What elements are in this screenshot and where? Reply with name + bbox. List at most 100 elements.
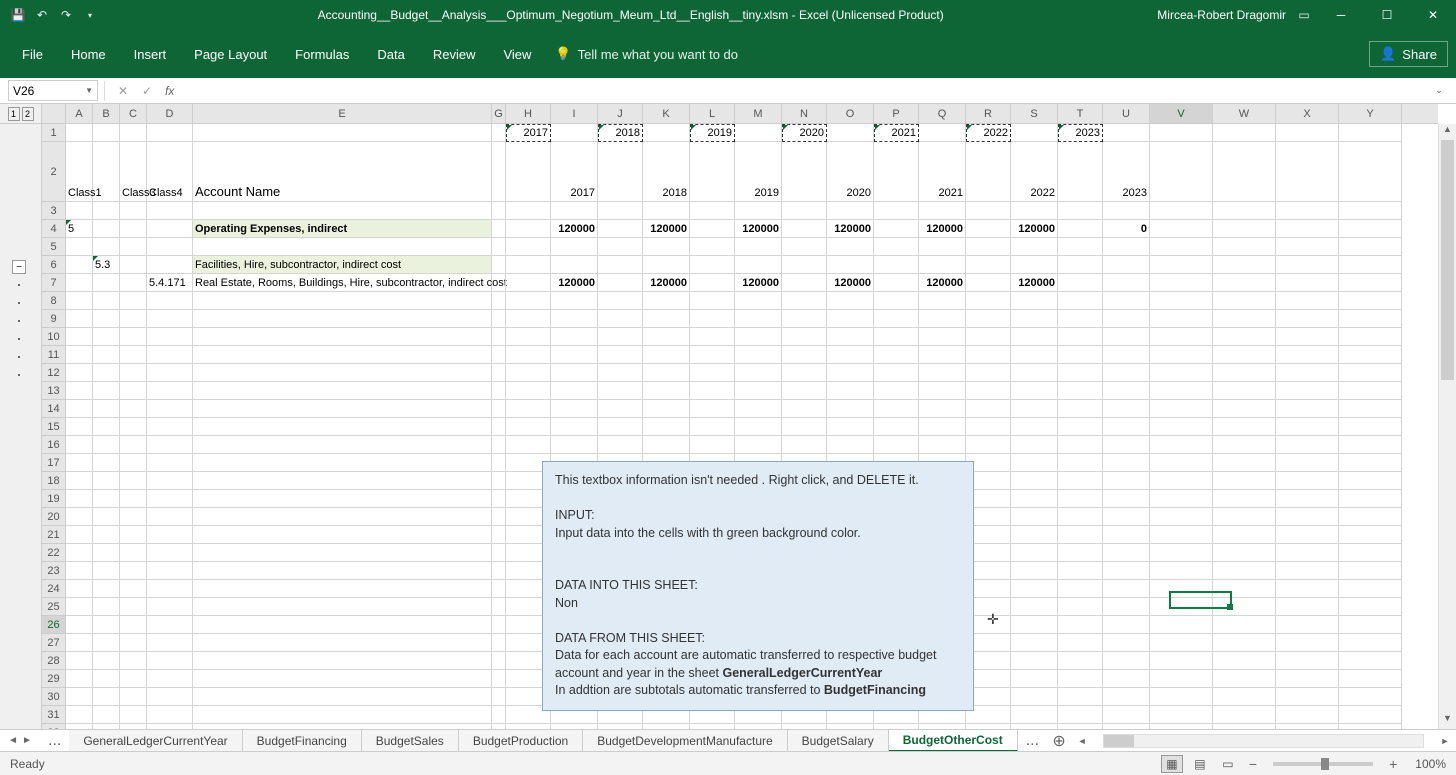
cell[interactable] [93,220,120,238]
cell[interactable] [120,562,147,580]
col-header-X[interactable]: X [1276,104,1339,123]
cell[interactable] [551,418,598,436]
cell[interactable] [1011,598,1058,616]
cell[interactable] [193,292,492,310]
cell[interactable] [690,364,735,382]
cell[interactable] [874,364,919,382]
cell[interactable] [551,256,598,274]
cell[interactable] [1058,616,1103,634]
cell[interactable] [1213,526,1276,544]
cell[interactable] [120,292,147,310]
sheet-tab[interactable]: BudgetDevelopmentManufacture [583,730,787,752]
cell[interactable] [1058,292,1103,310]
cell[interactable] [735,346,782,364]
cell[interactable] [120,124,147,142]
cell[interactable] [1339,688,1402,706]
cell[interactable] [492,616,506,634]
row-header[interactable]: 6 [42,256,66,274]
cell[interactable] [690,310,735,328]
cell[interactable] [492,544,506,562]
cell[interactable] [93,382,120,400]
cell[interactable] [827,418,874,436]
cell[interactable] [874,142,919,202]
cell[interactable] [1339,544,1402,562]
cell[interactable] [1213,124,1276,142]
cell[interactable] [120,490,147,508]
cell[interactable] [1011,688,1058,706]
cell[interactable] [1339,364,1402,382]
cell[interactable] [1011,418,1058,436]
cell[interactable] [1213,508,1276,526]
cell[interactable] [782,346,827,364]
row-header[interactable]: 3 [42,202,66,220]
cell[interactable] [66,544,93,562]
tab-file[interactable]: File [8,30,57,78]
cell[interactable] [66,688,93,706]
cell[interactable] [966,202,1011,220]
cell[interactable] [492,598,506,616]
cell[interactable] [1150,526,1213,544]
cell[interactable] [492,688,506,706]
row-header[interactable]: 7 [42,274,66,292]
cell[interactable] [120,580,147,598]
cell[interactable] [827,310,874,328]
cell[interactable] [919,310,966,328]
cell[interactable] [147,292,193,310]
cell[interactable] [598,274,643,292]
cell[interactable] [1150,580,1213,598]
cell[interactable] [492,328,506,346]
cell[interactable] [492,670,506,688]
cell[interactable] [827,382,874,400]
tab-formulas[interactable]: Formulas [281,30,363,78]
cell[interactable] [1276,706,1339,724]
cell[interactable] [1058,220,1103,238]
col-header-L[interactable]: L [690,104,735,123]
cell[interactable] [1276,634,1339,652]
row-header[interactable]: 2 [42,142,66,202]
cell[interactable] [66,652,93,670]
row-header[interactable]: 10 [42,328,66,346]
cell[interactable] [147,670,193,688]
col-header-A[interactable]: A [66,104,93,123]
cell[interactable] [66,580,93,598]
view-normal-icon[interactable]: ▦ [1161,755,1183,773]
cell[interactable] [147,526,193,544]
cell[interactable] [492,454,506,472]
cell[interactable] [643,238,690,256]
cell[interactable] [93,472,120,490]
cell[interactable] [506,238,551,256]
cell[interactable] [735,364,782,382]
cell[interactable] [1058,346,1103,364]
col-header-R[interactable]: R [966,104,1011,123]
cell[interactable] [1276,490,1339,508]
cell[interactable] [782,418,827,436]
cell[interactable] [1339,616,1402,634]
add-sheet-button[interactable]: ⊕ [1047,731,1071,751]
cell[interactable] [492,238,506,256]
expand-formula-bar-icon[interactable]: ⌄ [1430,85,1448,96]
col-header-C[interactable]: C [120,104,147,123]
cell[interactable] [690,436,735,454]
cell[interactable] [1011,562,1058,580]
redo-icon[interactable]: ↷ [56,5,76,25]
cell[interactable] [551,382,598,400]
cell[interactable] [1103,124,1150,142]
cell[interactable] [147,382,193,400]
cell[interactable] [1103,454,1150,472]
cell[interactable] [966,382,1011,400]
cell[interactable] [1103,418,1150,436]
cell[interactable]: Real Estate, Rooms, Buildings, Hire, sub… [193,274,492,292]
cell[interactable]: 2020 [782,124,827,142]
cell[interactable] [1150,220,1213,238]
cell[interactable] [1058,580,1103,598]
cell[interactable] [551,292,598,310]
cell[interactable] [1150,652,1213,670]
cell[interactable] [1276,418,1339,436]
cell[interactable] [147,598,193,616]
cell[interactable]: 2020 [827,142,874,202]
cell[interactable] [1103,256,1150,274]
cell[interactable] [735,382,782,400]
cell[interactable] [193,706,492,724]
cell[interactable] [120,436,147,454]
cell[interactable] [1150,598,1213,616]
